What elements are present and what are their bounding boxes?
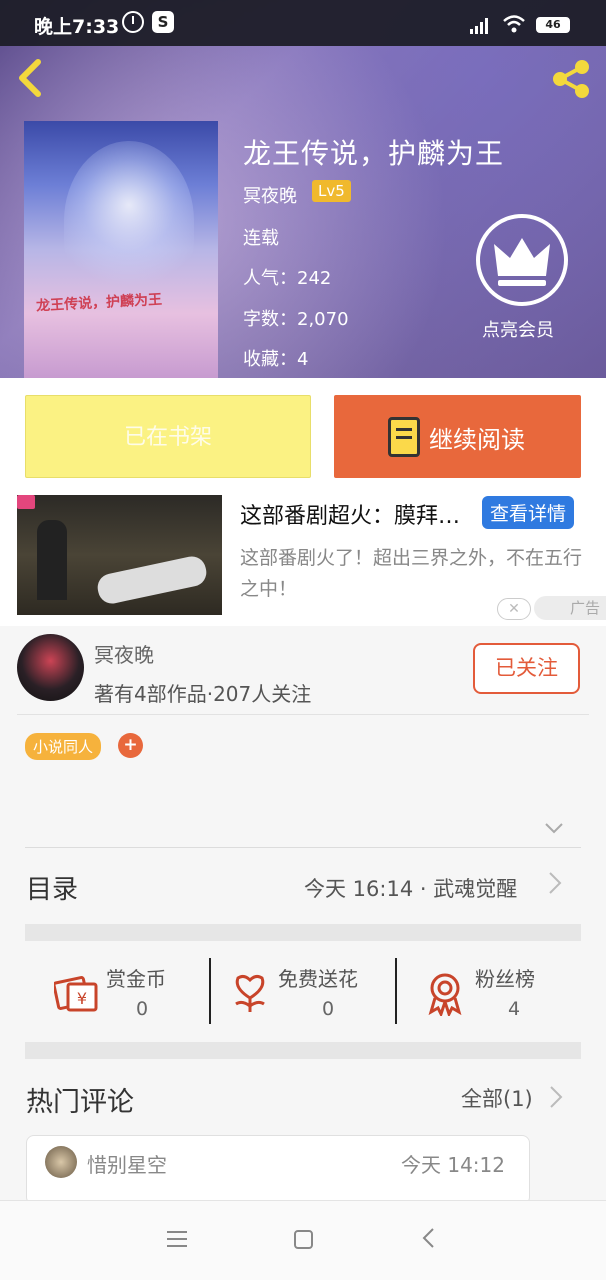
tag-chip[interactable]: 小说同人 (25, 733, 102, 760)
signal-icon (470, 18, 490, 34)
book-popularity: 人气：242 (243, 268, 332, 289)
coin-envelope-icon: ¥ (52, 972, 98, 1014)
divider (25, 847, 581, 848)
flower-icon (230, 972, 272, 1014)
stat-value: 4 (508, 998, 521, 1020)
menu-icon[interactable] (167, 1231, 187, 1249)
author-card-stats: 著有4部作品·207人关注 (94, 682, 312, 706)
stat-label: 赏金币 (106, 967, 166, 991)
stat-separator (395, 958, 397, 1024)
add-tag-button[interactable]: + (118, 733, 143, 758)
on-shelf-button[interactable]: 已在书架 (25, 395, 311, 478)
hot-comments-label: 热门评论 (26, 1087, 134, 1118)
ad-logo-icon (17, 495, 35, 509)
system-nav-bar (0, 1200, 606, 1280)
chevron-right-icon[interactable] (548, 870, 562, 903)
stat-separator (209, 958, 211, 1024)
ad-close-icon[interactable]: ✕ (497, 598, 531, 620)
book-author[interactable]: 冥夜晚 (243, 182, 297, 208)
continue-reading-label: 继续阅读 (429, 426, 525, 454)
nav-back-icon[interactable] (421, 1225, 435, 1258)
book-favorites: 收藏：4 (243, 349, 309, 370)
stat-label: 粉丝榜 (475, 967, 535, 991)
book-word-count: 字数：2,070 (243, 309, 349, 330)
book-cover[interactable]: 龙王传说，护麟为王 (24, 121, 218, 378)
stat-value: 0 (322, 998, 335, 1020)
author-level-badge: Lv5 (312, 180, 351, 202)
crown-icon[interactable] (476, 214, 568, 306)
status-time: 晚上7:33 (34, 16, 120, 38)
chevron-right-icon[interactable] (549, 1084, 563, 1117)
home-icon[interactable] (294, 1230, 313, 1249)
author-card-name[interactable]: 冥夜晚 (94, 639, 154, 668)
commenter-name[interactable]: 惜别星空 (87, 1149, 167, 1178)
book-status: 连载 (243, 228, 279, 249)
ad-image[interactable] (17, 495, 222, 615)
vip-label[interactable]: 点亮会员 (482, 316, 554, 342)
ad-tag-label: 广告 (534, 596, 606, 620)
comment-card[interactable]: 惜别星空 今天 14:12 (26, 1135, 530, 1205)
section-band (25, 1042, 581, 1059)
app-notification-icon: S (152, 11, 174, 33)
stat-value: 0 (136, 998, 149, 1020)
share-icon[interactable] (548, 56, 596, 102)
chevron-down-icon[interactable] (544, 818, 564, 838)
stat-label: 免费送花 (278, 967, 358, 991)
medal-icon (425, 972, 467, 1018)
all-comments-link[interactable]: 全部(1) (461, 1083, 533, 1113)
ad-description[interactable]: 这部番剧火了！超出三界之外，不在五行之中！ (240, 543, 590, 605)
comment-time: 今天 14:12 (401, 1153, 505, 1177)
section-band (25, 924, 581, 941)
free-flower-stat[interactable]: 免费送花 0 (230, 958, 415, 1024)
fan-ranking-stat[interactable]: 粉丝榜 4 (425, 958, 606, 1024)
wifi-icon (502, 14, 526, 34)
commenter-avatar[interactable] (45, 1146, 77, 1178)
alarm-icon (122, 11, 144, 33)
book-title: 龙王传说，护麟为王 (243, 137, 505, 170)
toc-latest-chapter[interactable]: 今天 16:14 · 武魂觉醒 (304, 873, 517, 903)
book-icon (388, 417, 420, 457)
cover-title-text: 龙王传说，护麟为王 (35, 291, 163, 315)
battery-icon: 46 (536, 17, 570, 33)
svg-text:¥: ¥ (77, 989, 87, 1008)
continue-reading-button[interactable]: 继续阅读 (334, 395, 581, 478)
back-icon[interactable] (14, 56, 54, 102)
ad-detail-button[interactable]: 查看详情 (482, 496, 575, 529)
status-bar: 晚上7:33 S 46 (0, 0, 606, 46)
ad-headline[interactable]: 这部番剧超火：膜拜… (240, 498, 480, 530)
book-hero: 龙王传说，护麟为王 龙王传说，护麟为王 冥夜晚 Lv5 连载 人气：242 字数… (0, 0, 606, 378)
divider (17, 714, 589, 715)
author-avatar[interactable] (17, 634, 84, 701)
follow-button[interactable]: 已关注 (473, 643, 580, 694)
toc-label[interactable]: 目录 (26, 869, 78, 906)
